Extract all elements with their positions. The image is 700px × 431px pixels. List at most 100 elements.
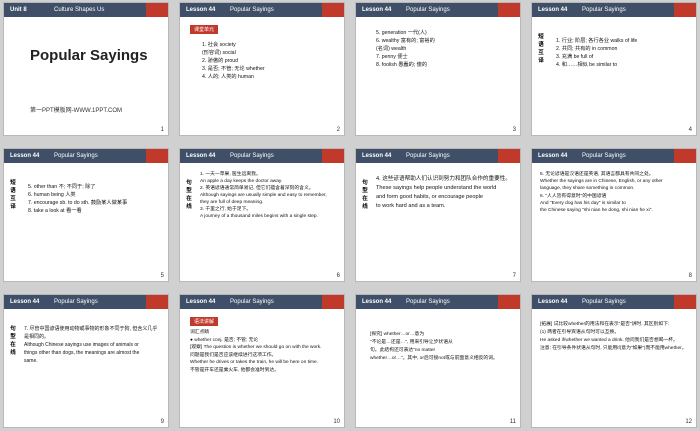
slide-number: 4 <box>688 127 692 133</box>
line: same. <box>24 358 38 364</box>
line: whether…or…"。其中, or后可接not或与前面意义相反的词。 <box>370 356 498 361</box>
slide-credit: 第一PPT模板网-WWW.1PPT.COM <box>30 108 122 114</box>
line: [探究] whether…or…意为 <box>370 332 425 337</box>
slide-12[interactable]: Lesson 44 Popular Sayings [拓展] 试比较whether… <box>531 294 697 428</box>
slide-5[interactable]: Lesson 44 Popular Sayings 短语互译 5. other t… <box>3 148 169 282</box>
slide-11[interactable]: Lesson 44 Popular Sayings [探究] whether…or… <box>355 294 521 428</box>
slide-header: Lesson 44 Popular Sayings <box>532 3 696 17</box>
line: 8. take a look at 看一看 <box>28 208 82 214</box>
slide-body: 1. 一天一苹果, 医生远离我。 An apple a day keeps th… <box>200 171 336 269</box>
slide-number: 3 <box>512 127 516 133</box>
line: 3. 充满 be full of <box>556 54 594 60</box>
line: 3. 千里之行, 始于足下。 <box>200 207 252 212</box>
slide-number: 10 <box>333 419 340 425</box>
line: the Chinese saying "shi nian he dong, sh… <box>540 208 653 214</box>
slide-number: 1 <box>160 127 164 133</box>
slide-1[interactable]: Unit 8 Culture Shapes Us Popular Sayings … <box>3 2 169 136</box>
line: Whether the sayings are in Chinese, Engl… <box>540 179 663 185</box>
slide-number: 7 <box>512 273 516 279</box>
line: 注意: 在引导条件状语从句时, 只能用if(意为"如果")而不能用whether… <box>540 346 687 351</box>
slide-body: 7. 尽管中国谚语使用动物或事物的形象不同于狗, 但含义几乎是相同的。 Alth… <box>24 325 160 415</box>
slide-header: Lesson 44 Popular Sayings <box>180 149 344 163</box>
slide-number: 8 <box>688 273 692 279</box>
slide-10[interactable]: Lesson 44 Popular Sayings 语法讲解 词汇点睛 ● whe… <box>179 294 345 428</box>
slide-header: Lesson 44 Popular Sayings <box>180 3 344 17</box>
slide-number: 11 <box>509 419 516 425</box>
line: 1. 行业; 阶层; 各行各业 walks of life <box>556 38 638 44</box>
slide-body: 词汇点睛 ● whether conj. 是否; 不管; 无论 [观察] The… <box>190 329 336 415</box>
line: [观察] The question is whether we should g… <box>190 345 322 350</box>
line: 句。此结构还可表达"no matter <box>370 348 436 353</box>
line: 5. 无论谚语是汉语还是英语, 其语言都具有共同之处。 <box>540 172 654 177</box>
slide-number: 12 <box>685 419 692 425</box>
line: 6. human being 人类 <box>28 192 76 198</box>
line: language, they share something in common… <box>540 186 635 192</box>
line: 2. 骄傲的 proud <box>202 58 239 64</box>
line: Although sayings are usually simple and … <box>200 193 327 198</box>
slide-body: [拓展] 试比较whether的用法和在表示"是否"讲时, 其区别如下: (1)… <box>540 321 688 415</box>
line: 6. "人人皆有得意时"的中国谚语 <box>540 193 607 199</box>
slide-3[interactable]: Lesson 44 Popular Sayings 5. generation 一… <box>355 2 521 136</box>
line: And "Every dog has his day" is similar t… <box>540 200 626 206</box>
line: and form good habits, or encourage peopl… <box>376 194 483 200</box>
line: 7. penny 便士 <box>376 54 408 60</box>
slide-4[interactable]: Lesson 44 Popular Sayings 短语互译 1. 行业; 阶层;… <box>531 2 697 136</box>
line: things other than dogs, the meanings are… <box>24 350 140 356</box>
line: 7. encourage sb. to do sth. 鼓励某人做某事 <box>28 200 128 206</box>
line: "不论是…还是…", 用来引导让步状语从 <box>370 340 453 345</box>
slide-body: [探究] whether…or…意为 "不论是…还是…", 用来引导让步状语从 … <box>370 331 512 415</box>
line: 8. foolish 愚蠢的; 傻的 <box>376 62 428 68</box>
slide-body: 4. 这些谚语帮助人们认识到努力和团队合作的重要性。 These sayings… <box>376 175 512 269</box>
slide-title: Popular Sayings <box>30 47 148 64</box>
line: 2. 共同; 共有的 in common <box>556 46 618 52</box>
slide-number: 6 <box>336 273 340 279</box>
line: 5. generation 一代(人) <box>376 30 427 36</box>
side-label: 短语互译 <box>10 180 16 210</box>
line: 1. 一天一苹果, 医生远离我。 <box>200 172 261 177</box>
line: 不管是开车还是乘火车, 他都会准时到达。 <box>190 367 280 373</box>
line: ● whether conj. 是否; 不管; 无论 <box>190 337 259 343</box>
line: 3. 是否; 不管; 无论 whether <box>202 66 265 72</box>
line: Although Chinese sayings use images of a… <box>24 342 139 348</box>
side-label: 句型在线 <box>362 180 368 210</box>
slide-header: Lesson 44 Popular Sayings <box>532 295 696 309</box>
slide-6[interactable]: Lesson 44 Popular Sayings 句型在线 1. 一天一苹果, … <box>179 148 345 282</box>
line: 4. 和……相似 be similar to <box>556 62 618 68</box>
line: 问题是我们是否应该继续进行这项工作。 <box>190 352 277 358</box>
slide-header: Unit 8 Culture Shapes Us <box>4 3 168 17</box>
line: (1) 两者在引导宾语从句时可以互换。 <box>540 330 620 335</box>
slide-7[interactable]: Lesson 44 Popular Sayings 句型在线 4. 这些谚语帮助人… <box>355 148 521 282</box>
slide-body: 1. 社会 society (形容词) social 2. 骄傲的 proud … <box>202 41 336 123</box>
line: [拓展] 试比较whether的用法和在表示"是否"讲时, 其区别如下: <box>540 322 670 327</box>
slide-number: 9 <box>160 419 164 425</box>
slide-9[interactable]: Lesson 44 Popular Sayings 句型在线 7. 尽管中国谚语使… <box>3 294 169 428</box>
line: An apple a day keeps the doctor away. <box>200 179 283 184</box>
line: 6. wealthy 富有的; 富裕的 <box>376 38 435 44</box>
line: 5. other than 不; 不同于; 除了 <box>28 184 96 190</box>
line: (名词) wealth <box>376 46 407 52</box>
line: These sayings help people understand the… <box>376 185 497 191</box>
line: (形容词) social <box>202 50 236 56</box>
section-tag: 课堂单元 <box>190 25 219 34</box>
line: A journey of a thousand miles begins wit… <box>200 214 318 219</box>
line: 1. 社会 society <box>202 42 236 48</box>
line: 词汇点睛 <box>190 330 210 335</box>
slide-header: Lesson 44 Popular Sayings <box>356 149 520 163</box>
line: 4. 这些谚语帮助人们认识到努力和团队合作的重要性。 <box>376 176 511 182</box>
slide-body: 1. 行业; 阶层; 各行各业 walks of life 2. 共同; 共有的… <box>556 37 688 123</box>
slide-header: Lesson 44 Popular Sayings <box>532 149 696 163</box>
slide-number: 2 <box>336 127 340 133</box>
line: 7. 尽管中国谚语使用动物或事物的形象不同于狗, 但含义几乎是相同的。 <box>24 326 158 340</box>
slide-2[interactable]: Lesson 44 Popular Sayings 课堂单元 1. 社会 soci… <box>179 2 345 136</box>
line: to work hard and as a team. <box>376 203 446 209</box>
slide-body: 5. generation 一代(人) 6. wealthy 富有的; 富裕的 … <box>376 29 512 123</box>
slide-header: Lesson 44 Popular Sayings <box>356 295 520 309</box>
side-label: 句型在线 <box>10 326 16 356</box>
side-label: 短语互译 <box>538 34 544 64</box>
slide-body: 5. 无论谚语是汉语还是英语, 其语言都具有共同之处。 Whether the … <box>540 171 688 269</box>
section-tag: 语法讲解 <box>190 317 219 326</box>
slide-8[interactable]: Lesson 44 Popular Sayings 5. 无论谚语是汉语还是英语,… <box>531 148 697 282</box>
slide-header: Lesson 44 Popular Sayings <box>4 295 168 309</box>
slide-number: 5 <box>160 273 164 279</box>
line: they are full of deep meaning. <box>200 200 264 205</box>
